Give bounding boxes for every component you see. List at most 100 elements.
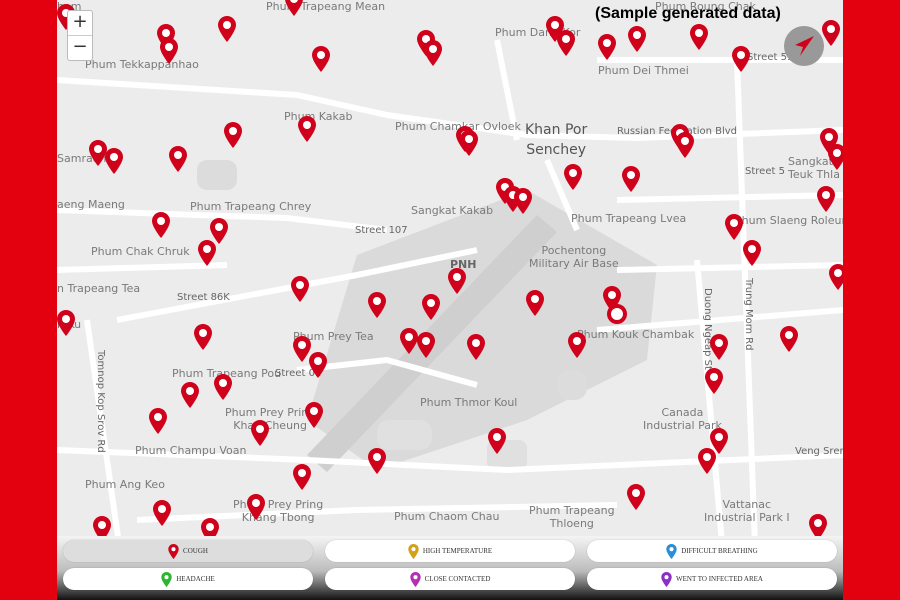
street-107: Street 107 bbox=[355, 225, 408, 236]
map-pin-icon[interactable] bbox=[467, 334, 485, 360]
place-sangkat-kakab: Sangkat Kakab bbox=[411, 204, 494, 217]
map-pin-icon[interactable] bbox=[514, 188, 532, 214]
map-pin-icon[interactable] bbox=[557, 30, 575, 56]
map-pin-icon[interactable] bbox=[57, 310, 75, 336]
place-trapeang-mean: Phum Trapeang Mean bbox=[266, 0, 386, 13]
map-pin-icon[interactable] bbox=[312, 46, 330, 72]
map-pin-icon[interactable] bbox=[368, 448, 386, 474]
map-pin-icon[interactable] bbox=[564, 164, 582, 190]
map-pin-icon[interactable] bbox=[153, 500, 171, 526]
map-pin-icon[interactable] bbox=[676, 132, 694, 158]
place-dei-thmei: Phum Dei Thmei bbox=[598, 64, 689, 77]
navigation-arrow-icon bbox=[795, 36, 814, 56]
map-pin-icon[interactable] bbox=[247, 494, 265, 520]
place-slaeng-roleung: Phum Slaeng Roleung bbox=[735, 214, 843, 227]
place-pochentong: Pochentong Military Air Base bbox=[529, 244, 619, 270]
legend-headache-button[interactable]: HEADACHE bbox=[63, 568, 313, 590]
street-trung-morn: Trung Morn Rd bbox=[743, 278, 754, 351]
street-5: Street 5 bbox=[745, 166, 785, 177]
map-pin-icon[interactable] bbox=[298, 116, 316, 142]
place-trapeang-thloeng: Phum Trapeang Thloeng bbox=[529, 504, 615, 530]
place-trapeang-tea: n Trapeang Tea bbox=[57, 282, 141, 295]
place-tekkappanhao: Phum Tekkappanhao bbox=[85, 58, 199, 71]
map-pin-icon[interactable] bbox=[105, 148, 123, 174]
legend-went-to-infected-area-button[interactable]: WENT TO INFECTED AREA bbox=[587, 568, 837, 590]
map-pin-icon[interactable] bbox=[622, 166, 640, 192]
map-pin-icon[interactable] bbox=[152, 212, 170, 238]
map-pin-icon[interactable] bbox=[568, 332, 586, 358]
legend-cough-button[interactable]: COUGH bbox=[63, 540, 313, 562]
place-champu-voan: Phum Champu Voan bbox=[135, 444, 247, 457]
map-pin-icon[interactable] bbox=[732, 46, 750, 72]
place-aeng-maeng: aeng Maeng bbox=[57, 198, 125, 211]
map-pin-icon[interactable] bbox=[285, 0, 303, 16]
map-pin-icon[interactable] bbox=[218, 16, 236, 42]
map-pin-icon[interactable] bbox=[149, 408, 167, 434]
map-pin-icon bbox=[161, 571, 172, 587]
map-pin-icon bbox=[661, 571, 672, 587]
zoom-out-button[interactable]: − bbox=[68, 35, 92, 60]
place-ang-keo: Phum Ang Keo bbox=[85, 478, 165, 491]
legend-bar: COUGH HIGH TEMPERATURE DIFFICULT BREATHI… bbox=[57, 536, 843, 600]
selected-location-marker[interactable] bbox=[606, 303, 628, 325]
legend-difficult-breathing-button[interactable]: DIFFICULT BREATHING bbox=[587, 540, 837, 562]
legend-high-temperature-button[interactable]: HIGH TEMPERATURE bbox=[325, 540, 575, 562]
map-pin-icon[interactable] bbox=[725, 214, 743, 240]
place-khan-por-senchey: Khan Por Senchey bbox=[525, 122, 588, 158]
map-pin-icon[interactable] bbox=[214, 374, 232, 400]
map-pin-icon[interactable] bbox=[448, 268, 466, 294]
map-pin-icon[interactable] bbox=[400, 328, 418, 354]
map-pin-icon[interactable] bbox=[822, 20, 840, 46]
map-pin-icon bbox=[408, 543, 419, 559]
map-pin-icon[interactable] bbox=[829, 264, 843, 290]
map-pin-icon[interactable] bbox=[488, 428, 506, 454]
map-pin-icon[interactable] bbox=[817, 186, 835, 212]
map-pin-icon[interactable] bbox=[160, 38, 178, 64]
map-pin-icon bbox=[168, 543, 179, 559]
legend-close-contacted-button[interactable]: CLOSE CONTACTED bbox=[325, 568, 575, 590]
street-86k: Street 86K bbox=[177, 292, 230, 303]
map-pin-icon[interactable] bbox=[194, 324, 212, 350]
place-thmor-koul: Phum Thmor Koul bbox=[420, 396, 518, 409]
map-pin-icon[interactable] bbox=[710, 334, 728, 360]
map-pin-icon[interactable] bbox=[743, 240, 761, 266]
map-pin-icon[interactable] bbox=[368, 292, 386, 318]
place-chak-chruk: Phum Chak Chruk bbox=[91, 245, 190, 258]
map-canvas[interactable]: Phum Trapeang Mean hom Phum Tekkappanhao… bbox=[57, 0, 843, 600]
map-pin-icon bbox=[409, 571, 421, 587]
place-trapeang-chrey: Phum Trapeang Chrey bbox=[190, 200, 312, 213]
map-pin-icon[interactable] bbox=[690, 24, 708, 50]
place-trapeang-lvea: Phum Trapeang Lvea bbox=[571, 212, 687, 225]
map-pin-icon[interactable] bbox=[627, 484, 645, 510]
map-pin-icon[interactable] bbox=[698, 448, 716, 474]
place-prey-pring-khan-cheung: Phum Prey Pring Khan Cheung bbox=[225, 406, 316, 432]
map-pin-icon[interactable] bbox=[198, 240, 216, 266]
sample-data-label: (Sample generated data) bbox=[595, 5, 781, 22]
map-pin-icon[interactable] bbox=[598, 34, 616, 60]
map-pin-icon[interactable] bbox=[293, 464, 311, 490]
place-kouk-chambak: Phum Kouk Chambak bbox=[577, 328, 695, 341]
locate-button[interactable] bbox=[784, 26, 824, 66]
street-tomnop-kop-srov: Tomnop Kop Srov Rd bbox=[95, 350, 106, 453]
map-pin-icon[interactable] bbox=[305, 402, 323, 428]
map-pin-icon[interactable] bbox=[224, 122, 242, 148]
map-pin-icon[interactable] bbox=[309, 352, 327, 378]
map-pin-icon[interactable] bbox=[780, 326, 798, 352]
map-pin-icon[interactable] bbox=[828, 144, 843, 170]
map-pin-icon[interactable] bbox=[181, 382, 199, 408]
map-pin-icon[interactable] bbox=[417, 332, 435, 358]
zoom-in-button[interactable]: + bbox=[68, 11, 92, 35]
map-pin-icon[interactable] bbox=[526, 290, 544, 316]
place-chaom-chau: Phum Chaom Chau bbox=[394, 510, 500, 523]
map-pin-icon[interactable] bbox=[460, 130, 478, 156]
map-pin-icon[interactable] bbox=[424, 40, 442, 66]
place-vattanac: Vattanac Industrial Park I bbox=[704, 498, 790, 524]
map-pin-icon[interactable] bbox=[422, 294, 440, 320]
map-pin-icon[interactable] bbox=[169, 146, 187, 172]
street-veng-sreng: Veng Sreng bbox=[795, 446, 843, 457]
map-pin-icon[interactable] bbox=[705, 368, 723, 394]
map-pin-icon[interactable] bbox=[628, 26, 646, 52]
map-pin-icon[interactable] bbox=[291, 276, 309, 302]
map-pin-icon[interactable] bbox=[251, 420, 269, 446]
map-pin-icon bbox=[666, 543, 677, 559]
